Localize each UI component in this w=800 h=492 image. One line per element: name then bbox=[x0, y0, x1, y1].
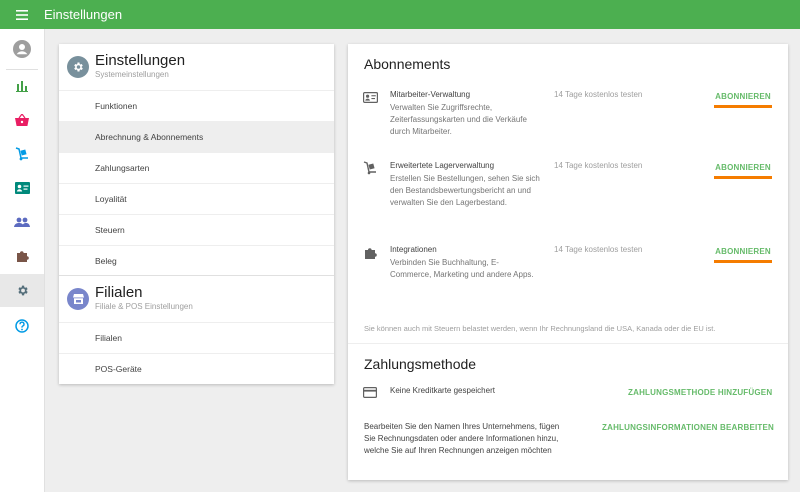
account-icon[interactable] bbox=[0, 32, 44, 65]
customers-icon[interactable] bbox=[0, 205, 44, 238]
branches-section-title: Filialen bbox=[95, 284, 143, 301]
inventory-icon[interactable] bbox=[0, 137, 44, 170]
section-divider bbox=[348, 343, 788, 344]
navigation-rail bbox=[0, 29, 45, 492]
trial-label: 14 Tage kostenlos testen bbox=[554, 90, 643, 99]
nav-item-filialen[interactable]: Filialen bbox=[59, 322, 334, 353]
subscription-name: Mitarbeiter-Verwaltung bbox=[390, 90, 471, 99]
settings-section-subtitle: Systemeinstellungen bbox=[95, 70, 169, 79]
branches-section-header: Filialen Filiale & POS Einstellungen bbox=[59, 276, 334, 322]
branches-section-subtitle: Filiale & POS Einstellungen bbox=[95, 302, 193, 311]
nav-item-abrechnung[interactable]: Abrechnung & Abonnements bbox=[59, 121, 334, 152]
employee-card-icon bbox=[362, 90, 378, 104]
trial-label: 14 Tage kostenlos testen bbox=[554, 161, 643, 170]
subscription-description: Verwalten Sie Zugriffsrechte, Zeiterfass… bbox=[390, 103, 527, 136]
employees-icon[interactable] bbox=[0, 171, 44, 204]
help-icon[interactable] bbox=[0, 309, 44, 342]
edit-billing-info-button[interactable]: ZAHLUNGSINFORMATIONEN BEARBEITEN bbox=[602, 423, 774, 432]
trial-label: 14 Tage kostenlos testen bbox=[554, 245, 643, 254]
subscribe-button[interactable]: ABONNIEREN bbox=[714, 90, 772, 108]
basket-icon[interactable] bbox=[0, 103, 44, 136]
subscriptions-heading: Abonnements bbox=[364, 56, 451, 72]
nav-item-pos-geraete[interactable]: POS-Geräte bbox=[59, 353, 334, 384]
subscribe-button[interactable]: ABONNIEREN bbox=[714, 161, 772, 179]
store-icon bbox=[67, 288, 89, 310]
payment-heading: Zahlungsmethode bbox=[364, 356, 477, 372]
subscription-description: Verbinden Sie Buchhaltung, E-Commerce, M… bbox=[390, 258, 534, 279]
tax-note: Sie können auch mit Steuern belastet wer… bbox=[364, 324, 716, 333]
nav-item-loyalitaet[interactable]: Loyalität bbox=[59, 183, 334, 214]
settings-section-title: Einstellungen bbox=[95, 52, 186, 69]
reports-icon[interactable] bbox=[0, 69, 44, 102]
no-card-label: Keine Kreditkarte gespeichert bbox=[390, 386, 495, 395]
settings-gear-icon[interactable] bbox=[0, 274, 44, 307]
page-title: Einstellungen bbox=[44, 7, 123, 22]
nav-item-zahlungsarten[interactable]: Zahlungsarten bbox=[59, 152, 334, 183]
top-app-bar: Einstellungen bbox=[0, 0, 800, 29]
credit-card-icon bbox=[363, 385, 378, 399]
billing-info-text: Bearbeiten Sie den Namen Ihres Unternehm… bbox=[364, 422, 560, 455]
nav-item-funktionen[interactable]: Funktionen bbox=[59, 90, 334, 121]
subscription-name: Integrationen bbox=[390, 245, 437, 254]
subscription-description: Erstellen Sie Bestellungen, sehen Sie si… bbox=[390, 174, 540, 207]
subscriptions-card: Abonnements Mitarbeiter-Verwaltung Verwa… bbox=[348, 44, 788, 480]
puzzle-icon bbox=[362, 245, 378, 259]
settings-section-header: Einstellungen Systemeinstellungen bbox=[59, 44, 334, 90]
hand-truck-icon bbox=[362, 161, 378, 175]
nav-item-beleg[interactable]: Beleg bbox=[59, 245, 334, 276]
add-payment-method-button[interactable]: ZAHLUNGSMETHODE HINZUFÜGEN bbox=[628, 388, 772, 397]
nav-item-steuern[interactable]: Steuern bbox=[59, 214, 334, 245]
settings-gear-icon bbox=[67, 56, 89, 78]
menu-icon[interactable] bbox=[0, 0, 44, 29]
subscribe-button[interactable]: ABONNIEREN bbox=[714, 245, 772, 263]
settings-navigation-card: Einstellungen Systemeinstellungen Funkti… bbox=[59, 44, 334, 384]
apps-puzzle-icon[interactable] bbox=[0, 239, 44, 272]
subscription-name: Erweitertete Lagerverwaltung bbox=[390, 161, 495, 170]
